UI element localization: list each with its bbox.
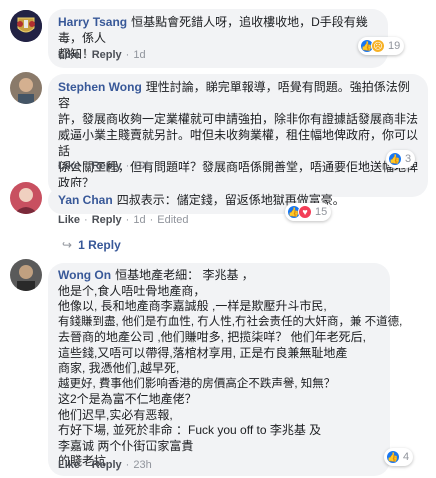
comment-bubble: Stephen Wong 理性討論，睇完單報導，唔覺有問題。強拍係法例容 許，發展… [48, 74, 428, 197]
comment-bubble: Yan Chan 四叔表示：儲定錢，留返係地獄再做富豪。 [48, 187, 345, 214]
comment-actions: Like · Reply · 1d · Edited [58, 214, 189, 226]
replies-count[interactable]: 1 Reply [78, 238, 121, 252]
comment-text: 去晉商的地產公司 ,他们賺咁多, 把揽柒咩？ 他们年老死后, [58, 330, 367, 344]
comment-actions: Like · Reply · 1d [58, 49, 146, 61]
profile-photo-icon [10, 72, 42, 104]
comment-text: 恒基地產老細： 李兆基 ， [115, 268, 254, 282]
comment-text: 李嘉诚 两个仆街冚家富貴 [58, 438, 194, 453]
avatar[interactable] [10, 10, 42, 42]
comment-text: 這些錢,又唔可以帶得,落棺材享用, 正是冇良兼無耻地產 [58, 345, 348, 360]
author-name[interactable]: Wong On [58, 268, 111, 282]
edited-label[interactable]: Edited [157, 214, 188, 226]
like-icon: 👍 [386, 450, 400, 464]
reaction-summary[interactable]: 👍 3 [386, 150, 416, 168]
sad-icon: ☹ [371, 39, 385, 53]
like-link[interactable]: Like [58, 160, 80, 172]
profile-photo-icon [10, 259, 42, 291]
timestamp[interactable]: 23h [133, 459, 151, 471]
like-link[interactable]: Like [58, 214, 80, 226]
reaction-summary[interactable]: 👍 ♥ 15 [285, 203, 332, 221]
like-link[interactable]: Like [58, 459, 80, 471]
author-name[interactable]: Yan Chan [58, 193, 113, 207]
comment-text: 他是个,食人唔吐骨地產商， [58, 283, 206, 298]
reply-link[interactable]: Reply [92, 49, 122, 61]
reaction-count: 15 [315, 206, 328, 218]
avatar[interactable] [10, 72, 42, 104]
comment-text: 他们迟早,实必有恶報, [58, 407, 173, 422]
reaction-count: 4 [403, 451, 410, 463]
reply-link[interactable]: Reply [92, 459, 122, 471]
comment-bubble: Wong On 恒基地產老細： 李兆基 ， 他是个,食人唔吐骨地產商， 他像以, … [48, 263, 403, 476]
reply-link[interactable]: Reply [92, 214, 122, 226]
heart-icon: ♥ [298, 205, 312, 219]
comment-text: 这2个是為富不仁地產佬？ [58, 392, 197, 406]
comment-text: 冇好下場, 並死於非命 ：Fuck you off to 李兆基 及 [58, 423, 322, 437]
comment-text: 有錢賺到盡, 他们是冇血性, 冇人性,冇社会责任的大奸商，兼 不道德, [58, 315, 403, 328]
reply-link[interactable]: Reply [92, 160, 122, 172]
like-icon: 👍 [388, 152, 402, 166]
comment-text: 他像以, 長和地產商李嘉誠般 ,一样是欺壓升斗市民, [58, 299, 327, 313]
reaction-summary[interactable]: 👍 4 [384, 448, 414, 466]
comment-actions: Like · Reply · 23h [58, 459, 152, 471]
emblem-icon [10, 10, 42, 42]
author-name[interactable]: Stephen Wong [58, 80, 142, 94]
avatar[interactable] [10, 259, 42, 291]
avatar[interactable] [10, 182, 42, 214]
reaction-summary[interactable]: 👍 ☹ 19 [358, 37, 405, 55]
comment-text: 威逼小業主賤賣就另計。咁但未收夠業權，租住幅地俾政府，你可以話 [58, 128, 419, 158]
comment-actions: Like · Reply · 19h [58, 160, 152, 172]
timestamp[interactable]: 19h [133, 160, 151, 172]
reply-arrow-icon: ↪ [62, 238, 73, 252]
reaction-count: 19 [388, 40, 401, 52]
view-replies-link[interactable]: ↪ 1 Reply [62, 238, 121, 252]
comment-text: 商家, 我憑他们,越早死, [58, 361, 180, 375]
author-name[interactable]: Harry Tsang [58, 15, 127, 29]
comment-text: 越更好, 費事他们影响香港的房價高企不跌声譽, 知無？ [58, 377, 336, 390]
reaction-count: 3 [405, 153, 412, 165]
profile-photo-icon [10, 182, 42, 214]
like-link[interactable]: Like [58, 49, 80, 61]
comment-text: 許，發展商收夠一定業權就可申請強拍，除非你有證據話發展商非法 [58, 112, 419, 126]
timestamp[interactable]: 1d [133, 49, 145, 61]
timestamp[interactable]: 1d [133, 214, 145, 226]
